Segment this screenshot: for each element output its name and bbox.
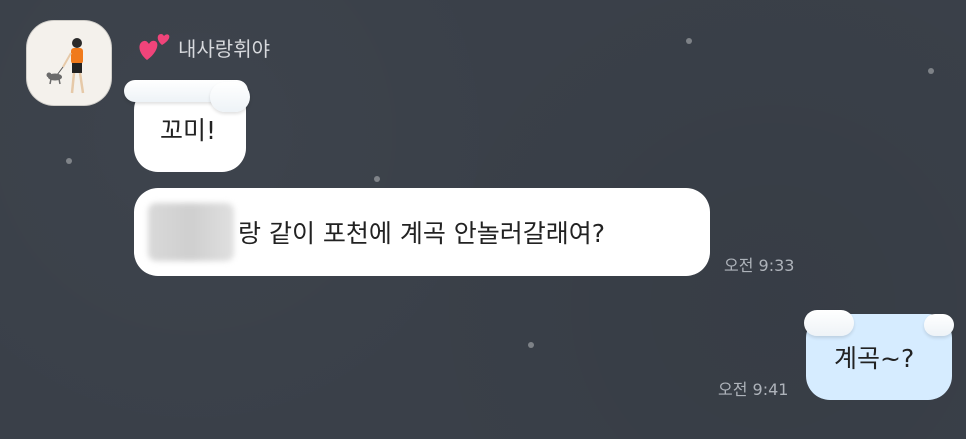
snow-decoration	[804, 310, 854, 336]
snow-dot	[66, 158, 72, 164]
message-text: 랑 같이 포천에 계곡 안놀러갈래여?	[238, 219, 606, 248]
sender-name-row: 내사랑휘야	[136, 30, 270, 64]
sender-avatar[interactable]	[26, 20, 112, 106]
snow-dot	[928, 68, 934, 74]
message-text: 꼬미!	[160, 116, 217, 145]
blurred-name	[148, 203, 234, 261]
sender-name: 내사랑휘야	[178, 36, 270, 61]
two-hearts-icon	[139, 34, 170, 60]
snow-dot	[374, 176, 380, 182]
message-text: 계곡~?	[834, 344, 915, 373]
snow-dot	[686, 38, 692, 44]
snow-decoration	[924, 314, 954, 336]
message-bubble-incoming[interactable]: 랑 같이 포천에 계곡 안놀러갈래여?	[134, 188, 710, 276]
snow-decoration	[210, 82, 250, 112]
message-timestamp: 오전 9:33	[724, 256, 795, 275]
snow-dot	[528, 342, 534, 348]
person-walking-dog-icon	[46, 38, 85, 94]
message-timestamp: 오전 9:41	[718, 380, 789, 399]
